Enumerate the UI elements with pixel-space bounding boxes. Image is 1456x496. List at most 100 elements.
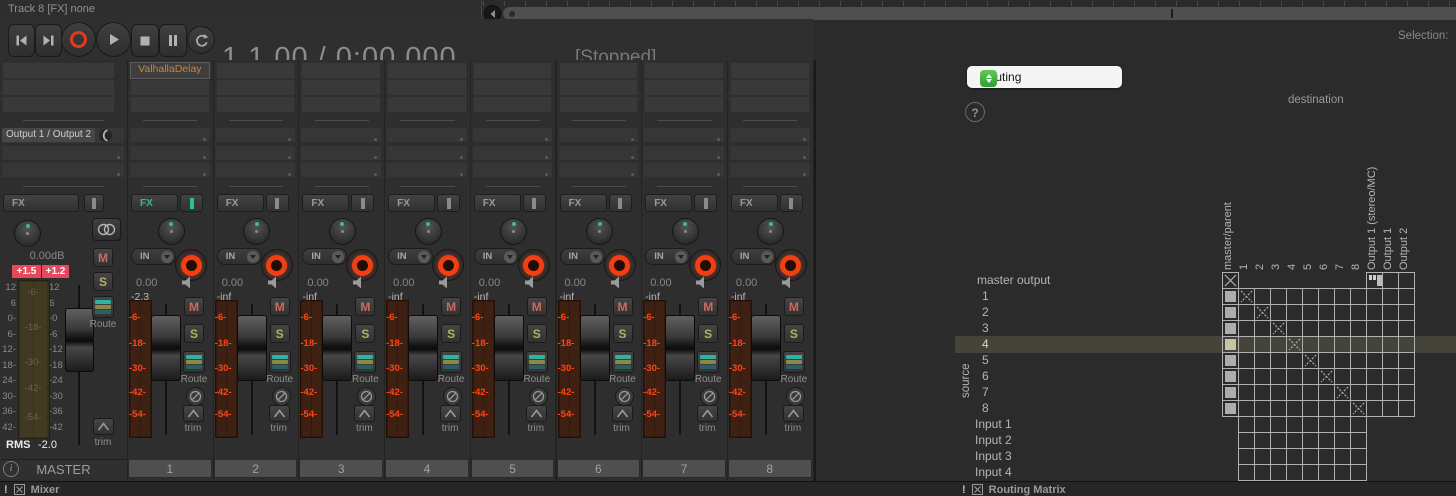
input-select-button[interactable]: IN [302,248,347,265]
route-button[interactable] [354,351,376,373]
matrix-cell-3-to-Output 2[interactable] [1398,320,1415,337]
matrix-cell-Input 1-to-8[interactable] [1350,416,1367,433]
track-number-cell[interactable]: 7 [642,459,726,478]
volume-value[interactable]: 0.00 [136,277,157,289]
matrix-cell-6-to-Output 1 (stereo/MC)[interactable] [1366,368,1383,385]
fx-insert-slot[interactable] [644,62,724,79]
matrix-cell-Input 3-to-7[interactable] [1334,448,1351,465]
matrix-cell-master output-to-Output 1[interactable] [1382,272,1399,289]
solo-button[interactable]: S [613,324,633,343]
matrix-column-header-10[interactable]: Output 1 [1382,140,1399,270]
mixer-tab-label[interactable]: Mixer [31,484,60,496]
matrix-cell-3-to-master/parent[interactable] [1222,320,1239,337]
volume-value[interactable]: 0.00 [222,277,243,289]
send-slot[interactable] [387,163,467,177]
matrix-cell-Input 2-to-1[interactable] [1238,432,1255,449]
send-slot[interactable] [644,128,724,142]
matrix-cell-Input 4-to-5[interactable] [1302,464,1319,481]
matrix-cell-5-to-6[interactable] [1318,352,1335,369]
master-mute-button[interactable]: M [93,248,113,267]
matrix-cell-6-to-1[interactable] [1238,368,1255,385]
matrix-row-label-0[interactable]: master output [958,272,1237,289]
volume-value[interactable]: 0.00 [650,277,671,289]
track-number-cell[interactable]: 3 [299,459,383,478]
matrix-cell-Input 1-to-6[interactable] [1318,416,1335,433]
fx-enable-toggle[interactable] [694,194,717,212]
matrix-cell-8-to-Output 2[interactable] [1398,400,1415,417]
solo-button[interactable]: S [784,324,804,343]
fx-enable-toggle[interactable] [266,194,289,212]
fx-insert-slot[interactable] [387,79,467,96]
routing-mode-select[interactable]: Routing [967,66,1122,88]
fader-handle[interactable] [494,315,524,381]
mute-button[interactable]: M [441,297,461,316]
matrix-cell-5-to-Output 1[interactable] [1382,352,1399,369]
matrix-cell-5-to-2[interactable] [1254,352,1271,369]
matrix-cell-1-to-Output 2[interactable] [1398,288,1415,305]
matrix-cell-2-to-8[interactable] [1350,304,1367,321]
matrix-column-header-9[interactable]: Output 1 (stereo/MC) [1366,140,1383,270]
route-button[interactable] [612,351,634,373]
master-send-slot[interactable] [2,146,124,160]
fx-enable-toggle[interactable] [351,194,374,212]
input-select-button[interactable]: IN [560,248,605,265]
master-name-cell[interactable]: MASTER [0,459,127,479]
track-number-cell[interactable]: 4 [385,459,469,478]
matrix-cell-6-to-3[interactable] [1270,368,1287,385]
trim-button[interactable] [440,405,461,422]
matrix-row-label-9[interactable]: Input 1 [958,416,1235,433]
matrix-cell-7-to-3[interactable] [1270,384,1287,401]
close-box-icon[interactable] [972,484,983,495]
matrix-cell-Input 2-to-4[interactable] [1286,432,1303,449]
matrix-cell-6-to-5[interactable] [1302,368,1319,385]
phase-invert-button[interactable] [529,387,548,406]
phase-invert-button[interactable] [786,387,805,406]
matrix-cell-Input 1-to-7[interactable] [1334,416,1351,433]
mute-button[interactable]: M [698,297,718,316]
mute-button[interactable]: M [184,297,204,316]
matrix-column-header-0[interactable]: master/parent [1222,140,1239,270]
matrix-cell-1-to-5[interactable] [1302,288,1319,305]
matrix-cell-6-to-Output 1[interactable] [1382,368,1399,385]
matrix-cell-Input 1-to-3[interactable] [1270,416,1287,433]
matrix-cell-1-to-2[interactable] [1254,288,1271,305]
trim-button[interactable] [183,405,204,422]
matrix-cell-8-to-1[interactable] [1238,400,1255,417]
send-slot[interactable] [644,163,724,177]
matrix-row-label-12[interactable]: Input 4 [958,464,1235,481]
phase-invert-button[interactable] [615,387,634,406]
matrix-row-label-4[interactable]: 4 [958,336,1242,353]
matrix-cell-1-to-1[interactable] [1238,288,1255,305]
master-fader-handle[interactable] [65,308,94,372]
send-slot[interactable] [730,163,810,177]
matrix-column-header-2[interactable]: 2 [1254,140,1271,270]
matrix-cell-2-to-6[interactable] [1318,304,1335,321]
send-slot[interactable] [473,128,553,142]
matrix-cell-Input 3-to-4[interactable] [1286,448,1303,465]
matrix-cell-8-to-4[interactable] [1286,400,1303,417]
master-solo-button[interactable]: S [93,272,113,291]
matrix-cell-Input 2-to-5[interactable] [1302,432,1319,449]
matrix-cell-3-to-4[interactable] [1286,320,1303,337]
matrix-cell-Input 2-to-3[interactable] [1270,432,1287,449]
matrix-cell-Input 3-to-8[interactable] [1350,448,1367,465]
fader-handle[interactable] [408,315,438,381]
matrix-cell-1-to-8[interactable] [1350,288,1367,305]
matrix-cell-5-to-4[interactable] [1286,352,1303,369]
matrix-cell-4-to-Output 2[interactable] [1398,336,1415,353]
send-slot[interactable] [559,146,639,160]
timeline-ruler[interactable] [483,1,1456,6]
matrix-cell-5-to-7[interactable] [1334,352,1351,369]
fx-insert-slot[interactable] [730,96,810,113]
pan-knob[interactable] [158,218,185,245]
send-slot[interactable] [301,128,381,142]
fx-insert-slot[interactable] [473,79,553,96]
matrix-cell-3-to-5[interactable] [1302,320,1319,337]
matrix-cell-2-to-Output 1[interactable] [1382,304,1399,321]
send-slot[interactable] [216,163,296,177]
matrix-column-header-4[interactable]: 4 [1286,140,1303,270]
matrix-cell-8-to-5[interactable] [1302,400,1319,417]
matrix-cell-Input 1-to-4[interactable] [1286,416,1303,433]
matrix-cell-1-to-4[interactable] [1286,288,1303,305]
matrix-cell-Input 4-to-8[interactable] [1350,464,1367,481]
